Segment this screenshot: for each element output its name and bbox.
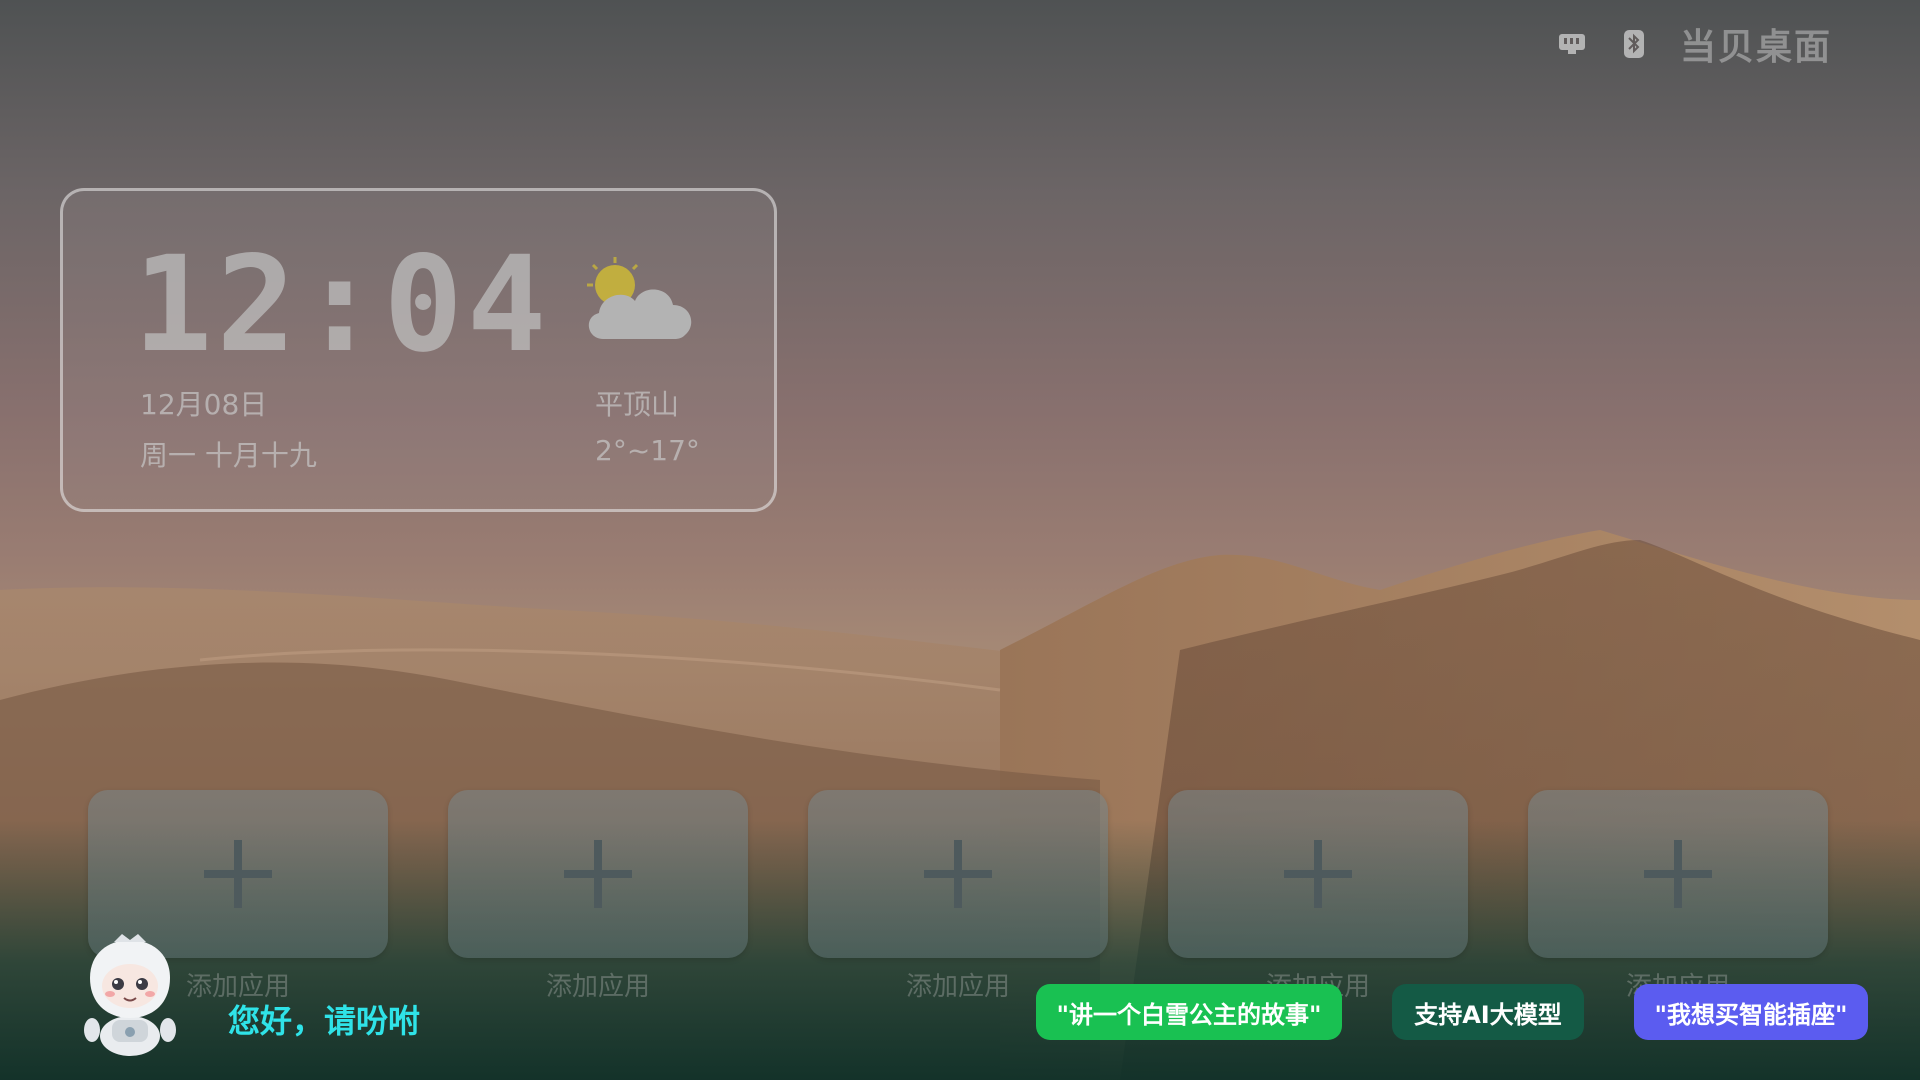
clock-time: 12:04 [133,228,551,382]
voice-suggestion-chip[interactable]: "我想买智能插座" [1634,984,1868,1040]
app-tiles-row: 添加应用 添加应用 添加应用 添加应用 添加应用 [88,790,1832,1010]
clock-lunar-date: 周一 十月十九 [140,439,317,472]
plus-icon [924,840,992,908]
status-bar: 当贝桌面 [1556,22,1832,68]
ai-model-chip[interactable]: 支持AI大模型 [1392,984,1584,1040]
add-app-tile[interactable] [448,790,748,958]
partly-cloudy-icon [587,257,692,339]
bluetooth-icon [1623,30,1644,58]
brand-logo: 当贝桌面 [1679,27,1832,68]
add-app-tile[interactable] [1168,790,1468,958]
weather-temperature: 2°~17° [595,434,700,467]
voice-suggestion-chip[interactable]: "讲一个白雪公主的故事" [1036,984,1342,1040]
add-app-tile[interactable] [88,790,388,958]
assistant-greeting: 您好，请吩咐 [228,1002,421,1040]
add-app-label: 添加应用 [545,972,650,1002]
clock-weather-widget[interactable]: 12:04 12月08日 周一 十月十九 平顶山 2°~17° [60,188,777,512]
add-app-tile[interactable] [1528,790,1828,958]
plus-icon [1644,840,1712,908]
ethernet-icon [1558,34,1585,54]
plus-icon [564,840,632,908]
plus-icon [1284,840,1352,908]
clock-date: 12月08日 [140,388,268,421]
plus-icon [204,840,272,908]
add-app-tile[interactable] [808,790,1108,958]
weather-city: 平顶山 [595,388,680,421]
assistant-robot-icon[interactable] [78,934,182,1058]
